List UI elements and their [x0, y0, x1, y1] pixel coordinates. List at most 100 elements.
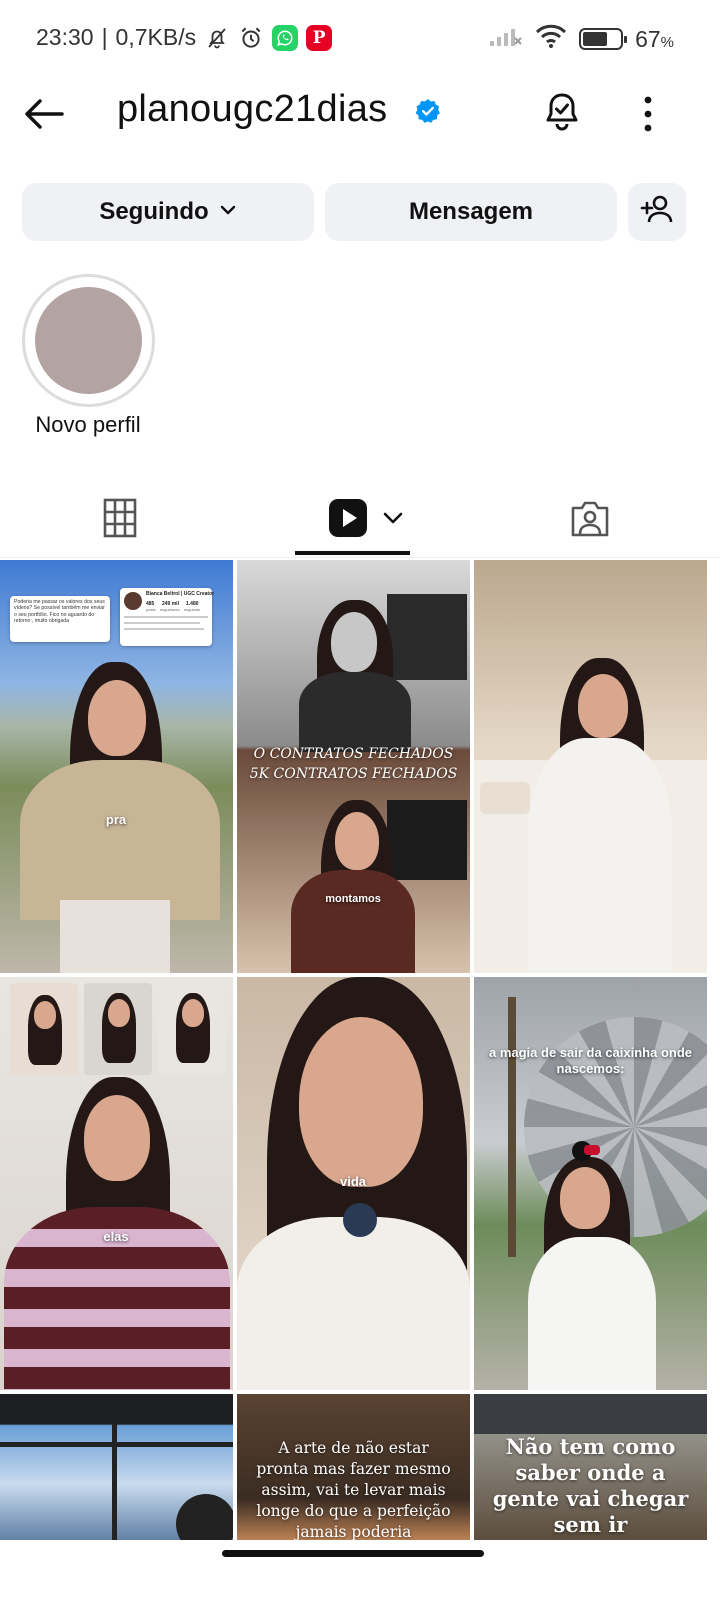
- tagged-icon: [569, 498, 611, 543]
- person-face: [335, 812, 379, 870]
- status-separator: |: [101, 24, 108, 50]
- window-frame: [112, 1424, 117, 1540]
- profile-tabs: [0, 478, 720, 558]
- person-top: [237, 1217, 470, 1390]
- chevron-down-icon: [219, 198, 237, 226]
- reel-caption: montamos: [325, 893, 381, 905]
- profile-username: planougc21dias: [117, 88, 388, 130]
- battery-percent: 67%: [635, 26, 674, 53]
- profile-screenshot-avatar: [124, 592, 142, 610]
- reels-chevron-icon: [383, 511, 403, 530]
- tv-screen: [387, 594, 467, 680]
- battery-fill: [583, 32, 608, 46]
- profile-screenshot-line: [124, 628, 204, 630]
- profile-screenshot-line: [124, 622, 200, 624]
- message-button[interactable]: Mensagem: [325, 183, 617, 241]
- person-face: [108, 999, 130, 1027]
- pinterest-icon: P: [306, 24, 333, 51]
- reels-icon: [327, 497, 369, 544]
- reel-tile[interactable]: [474, 560, 707, 973]
- person-face: [88, 680, 146, 756]
- person-face: [331, 612, 377, 672]
- highlight-cover: [35, 287, 142, 394]
- reel-caption: elas: [103, 1229, 129, 1244]
- battery-percent-symbol: %: [660, 33, 674, 51]
- person-face: [84, 1095, 150, 1181]
- status-time: 23:30: [36, 24, 94, 50]
- reel-caption: A arte de não estar pronta mas fazer mes…: [256, 1439, 451, 1540]
- reel-caption: a magia de sair da caixinha onde nascemo…: [488, 1045, 693, 1076]
- story-highlight[interactable]: [22, 274, 155, 407]
- minnie-bow: [584, 1145, 600, 1155]
- profile-header: planougc21dias: [0, 78, 720, 148]
- person-face: [578, 674, 628, 738]
- reel-caption-top: O CONTRATOS FECHADOS: [253, 746, 454, 762]
- person-face: [299, 1017, 423, 1187]
- active-tab-indicator: [295, 551, 410, 555]
- reel-caption: pra: [105, 812, 127, 827]
- person-robe: [528, 738, 672, 973]
- reel-tile[interactable]: A arte de não estar pronta mas fazer mes…: [237, 1394, 470, 1540]
- reel-tile[interactable]: vida: [237, 977, 470, 1390]
- signal-icon: [489, 25, 523, 53]
- tab-reels[interactable]: [310, 488, 420, 552]
- profile-screenshot-card: Bianca Beltrol | UGC Creator 485 249 mil…: [120, 588, 215, 646]
- person-face: [34, 1001, 56, 1029]
- profile-screenshot-label-followers: seguidores: [160, 607, 180, 612]
- reel-tile[interactable]: a magia de sair da caixinha onde nascemo…: [474, 977, 707, 1390]
- profile-screenshot-label-posts: posts: [146, 607, 156, 612]
- reels-grid: Poderia me passar os valores dos seus ví…: [0, 560, 720, 1540]
- status-left: 23:30 | 0,7KB/s P: [36, 24, 333, 51]
- reel-caption: Não tem como saber onde a gente vai cheg…: [492, 1434, 689, 1537]
- pillow: [480, 782, 530, 814]
- dm-message-card: Poderia me passar os valores dos seus ví…: [10, 596, 110, 642]
- stitch-clip: [158, 983, 226, 1075]
- dm-message-text: Poderia me passar os valores dos seus ví…: [14, 599, 105, 625]
- person-face: [560, 1167, 610, 1229]
- reel-tile[interactable]: Não tem como saber onde a gente vai cheg…: [474, 1394, 707, 1540]
- reel-tile[interactable]: elas: [0, 977, 233, 1390]
- reel-tile[interactable]: Poderia me passar os valores dos seus ví…: [0, 560, 233, 973]
- reel-tile[interactable]: O CONTRATOS FECHADOS 5K CONTRATOS FECHAD…: [237, 560, 470, 973]
- wifi-icon: [535, 24, 567, 54]
- message-label: Mensagem: [408, 198, 534, 225]
- profile-screenshot-label-following: seguindo: [184, 607, 201, 612]
- highlight-label: Novo perfil: [35, 412, 141, 437]
- add-person-button[interactable]: [628, 183, 686, 241]
- person-top: [291, 870, 415, 973]
- person-face: [182, 999, 204, 1027]
- grid-icon: [103, 498, 137, 543]
- home-indicator[interactable]: [222, 1550, 484, 1557]
- notification-bell-icon[interactable]: [540, 90, 584, 134]
- building-structure: [474, 1394, 707, 1434]
- more-options-icon[interactable]: [632, 92, 664, 136]
- status-right: 67%: [489, 24, 674, 54]
- alarm-icon: [238, 25, 264, 51]
- microphone: [343, 1203, 377, 1237]
- stitch-clip: [84, 983, 152, 1075]
- tv-screen: [387, 800, 467, 880]
- reel-tile[interactable]: [0, 1394, 233, 1540]
- tab-posts[interactable]: [80, 488, 160, 552]
- person-pants: [60, 900, 170, 973]
- status-speed: 0,7KB/s: [115, 24, 197, 50]
- reel-caption: vida: [339, 1174, 366, 1189]
- person-sweater: [20, 760, 220, 920]
- palm-tree: [508, 997, 516, 1257]
- battery-percent-value: 67: [635, 25, 661, 52]
- stitch-clip: [10, 983, 78, 1075]
- following-button[interactable]: Seguindo: [22, 183, 314, 241]
- person-top: [528, 1237, 656, 1390]
- add-person-icon: [640, 194, 674, 231]
- tab-tagged[interactable]: [550, 488, 630, 552]
- whatsapp-icon: [272, 24, 299, 51]
- profile-screenshot-name: Bianca Beltrol | UGC Creator: [146, 591, 215, 597]
- person-hair: [176, 1494, 233, 1540]
- profile-screenshot-line: [124, 616, 208, 618]
- following-label: Seguindo: [99, 198, 209, 225]
- person-top: [299, 672, 411, 752]
- back-arrow-icon[interactable]: [22, 92, 66, 136]
- reel-caption-bottom: 5K CONTRATOS FECHADOS: [249, 766, 458, 782]
- verified-badge-icon: [415, 98, 441, 124]
- status-bar: 23:30 | 0,7KB/s P 67%: [0, 0, 720, 78]
